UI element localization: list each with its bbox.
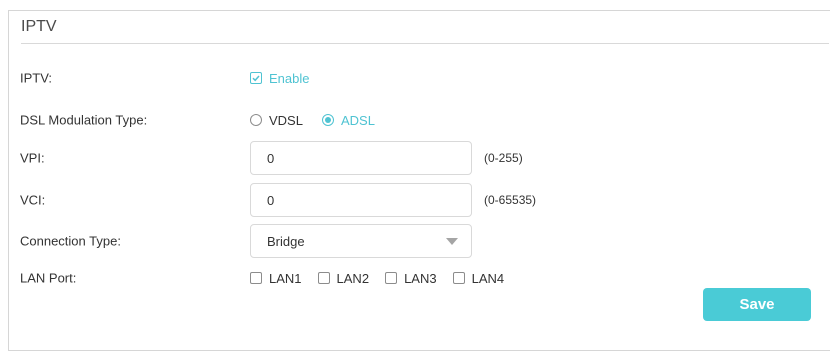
iptv-row: IPTV: Enable — [9, 61, 830, 95]
lan2-label: LAN2 — [336, 270, 370, 286]
vci-range-hint: (0-65535) — [484, 193, 537, 207]
iptv-enable-checkbox[interactable] — [250, 72, 262, 84]
vpi-range-hint: (0-255) — [484, 151, 523, 165]
lan1-label: LAN1 — [269, 270, 302, 286]
vpi-label: VPI: — [20, 150, 45, 166]
checkmark-icon — [252, 75, 260, 82]
radio-dot-icon — [324, 117, 331, 123]
vdsl-radio[interactable] — [250, 114, 262, 126]
connection-type-value: Bridge — [267, 233, 305, 249]
vci-label: VCI: — [20, 192, 46, 208]
iptv-enable-option[interactable]: Enable — [250, 71, 309, 86]
iptv-label: IPTV: — [20, 70, 53, 86]
adsl-radio[interactable] — [321, 114, 334, 126]
lan1-option[interactable]: LAN1 — [250, 271, 302, 286]
lan4-label: LAN4 — [471, 270, 505, 286]
lan4-checkbox[interactable] — [452, 272, 465, 284]
lan3-checkbox[interactable] — [385, 272, 398, 284]
lan-port-label: LAN Port: — [20, 270, 77, 286]
lan2-checkbox[interactable] — [317, 272, 330, 284]
connection-type-select[interactable]: Bridge — [250, 224, 472, 258]
lan1-checkbox[interactable] — [250, 272, 262, 284]
lan4-option[interactable]: LAN4 — [452, 270, 505, 286]
vdsl-option[interactable]: VDSL — [250, 113, 303, 128]
connection-type-row: Connection Type: Bridge — [9, 224, 830, 258]
vdsl-label: VDSL — [269, 112, 303, 128]
dsl-modulation-label: DSL Modulation Type: — [20, 112, 148, 128]
lan3-label: LAN3 — [404, 270, 437, 286]
caret-down-icon — [446, 237, 458, 245]
lan2-option[interactable]: LAN2 — [317, 270, 370, 286]
dsl-modulation-row: DSL Modulation Type: VDSL ADSL — [9, 103, 830, 137]
adsl-label: ADSL — [340, 112, 375, 128]
vpi-row: VPI: (0-255) — [9, 141, 830, 175]
title-divider — [21, 43, 829, 44]
vpi-input[interactable] — [250, 141, 472, 175]
adsl-option[interactable]: ADSL — [321, 112, 375, 128]
vci-input[interactable] — [250, 183, 472, 217]
save-button[interactable]: Save — [703, 288, 811, 321]
section-title: IPTV — [21, 18, 57, 35]
connection-type-label: Connection Type: — [20, 233, 121, 249]
lan3-option[interactable]: LAN3 — [385, 271, 437, 286]
enable-label: Enable — [269, 70, 310, 86]
vci-row: VCI: (0-65535) — [9, 183, 830, 217]
